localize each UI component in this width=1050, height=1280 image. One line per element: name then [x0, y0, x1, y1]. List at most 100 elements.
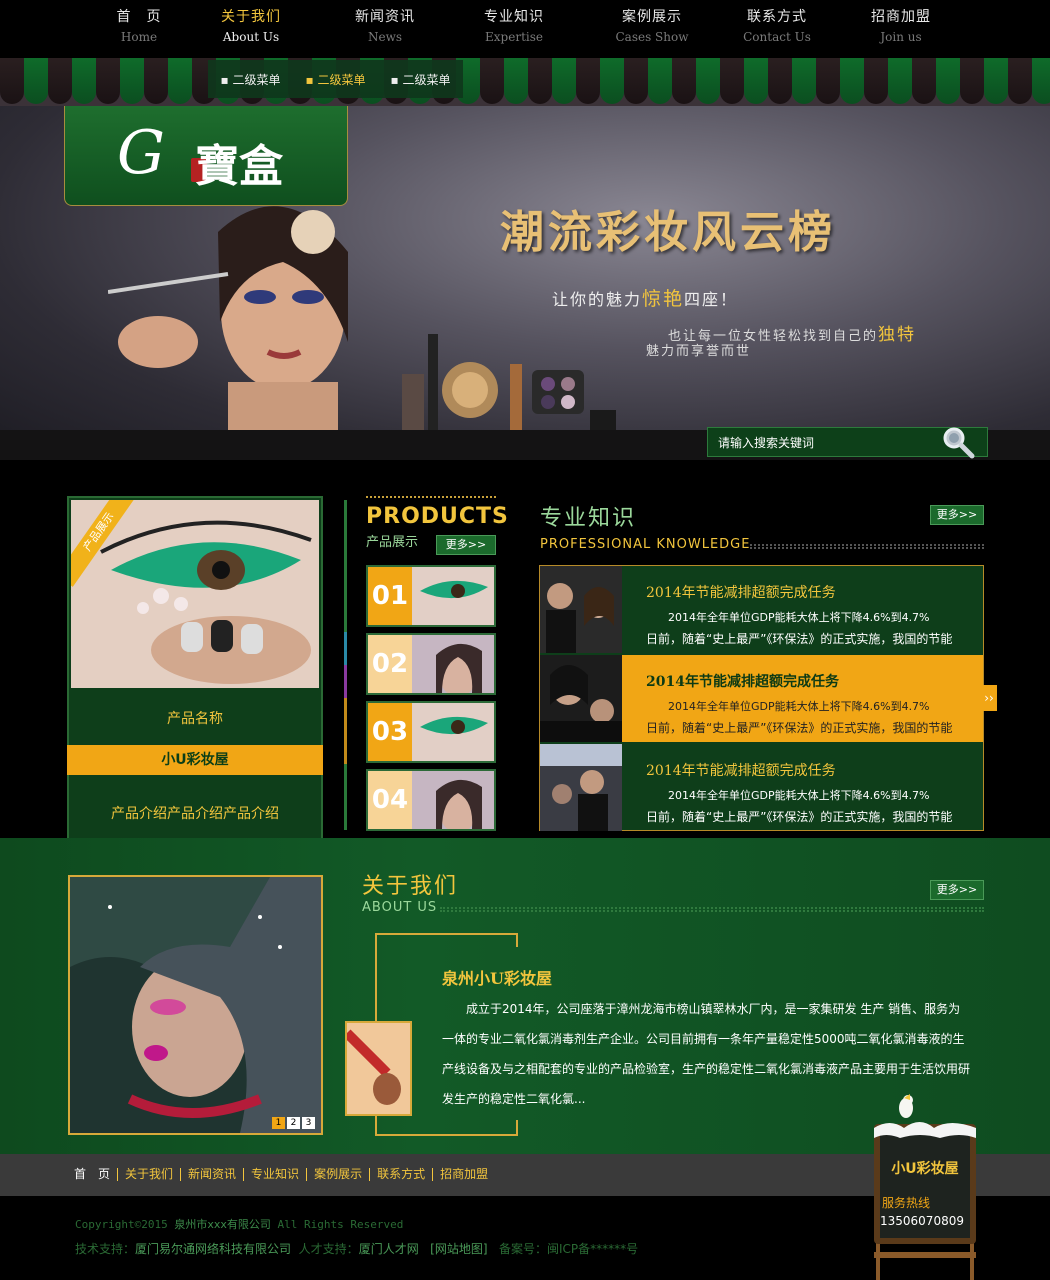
- nav-label-en: Expertise: [485, 30, 543, 44]
- thumb-divider: [344, 500, 347, 830]
- knowledge-thumb-image: [540, 744, 622, 831]
- awning-scallop: [984, 58, 1008, 104]
- about-brush-image: [345, 1021, 412, 1116]
- pager-page-2[interactable]: 2: [287, 1117, 300, 1129]
- product-thumbnails: PRODUCTS 产品展示 更多>> 01 02 03 04: [344, 496, 508, 836]
- knowledge-item-title[interactable]: 2014年节能减排超额完成任务: [646, 671, 839, 691]
- awning-scallop: [768, 58, 792, 104]
- search-input[interactable]: [718, 434, 938, 452]
- about-submenu: ▪ 二级菜单 ▪ 二级菜单 ▪ 二级菜单: [208, 60, 463, 98]
- featured-product-card[interactable]: 产品展示 产品名称 小U彩妆屋 产品介绍产品介绍产品介绍: [67, 496, 323, 853]
- knowledge-item-excerpt: 日前，随着“史上最严”《环保法》的正式实施，我国的节能: [646, 810, 953, 824]
- awning-scallop: [792, 58, 816, 104]
- support-line: 技术支持：厦门易尔通网络科技有限公司 人才支持：厦门人才网 [网站地图] 备案号…: [75, 1240, 638, 1257]
- footer-link-join[interactable]: 招商加盟: [432, 1168, 495, 1181]
- nav-label-en: Cases Show: [615, 30, 689, 44]
- nav-item-cases[interactable]: 案例展示 Cases Show: [597, 6, 707, 44]
- knowledge-item-summary: 2014年全年单位GDP能耗大体上将下降4.6%到4.7%: [668, 611, 930, 624]
- product-thumb-1[interactable]: 01: [366, 565, 496, 627]
- nav-item-news[interactable]: 新闻资讯 News: [330, 6, 440, 44]
- banner-slogan-2-em: 独特: [878, 325, 917, 345]
- knowledge-title: 专业知识: [540, 506, 637, 531]
- search-icon[interactable]: [940, 424, 976, 460]
- frame-corner: [516, 933, 518, 947]
- product-description: 产品介绍产品介绍产品介绍: [111, 806, 279, 822]
- product-thumb-3[interactable]: 03: [366, 701, 496, 763]
- knowledge-item-summary: 2014年全年单位GDP能耗大体上将下降4.6%到4.7%: [668, 789, 930, 802]
- knowledge-item-title[interactable]: 2014年节能减排超额完成任务: [646, 582, 836, 602]
- product-thumb-2[interactable]: 02: [366, 633, 496, 695]
- hotline-label: 服务热线: [882, 1196, 931, 1210]
- pager-page-1[interactable]: 1: [272, 1117, 285, 1129]
- sitemap-link[interactable]: [网站地图]: [430, 1242, 487, 1256]
- knowledge-item[interactable]: 2014年节能减排超额完成任务 2014年全年单位GDP能耗大体上将下降4.6%…: [540, 566, 983, 653]
- footer-link-about[interactable]: 关于我们: [117, 1168, 180, 1181]
- knowledge-divider: [750, 544, 984, 549]
- nav-label-en: Home: [120, 30, 158, 44]
- about-slideshow[interactable]: 1 2 3: [68, 875, 323, 1135]
- tech-support-link[interactable]: 厦门易尔通网络科技有限公司: [135, 1242, 291, 1256]
- knowledge-active-arrow-icon: ››: [981, 685, 997, 711]
- logo[interactable]: G 寶盒: [64, 106, 348, 206]
- hotline-board: 小U彩妆屋 服务热线 13506070809: [870, 1092, 980, 1280]
- awning-scallop: [600, 58, 624, 104]
- awning-scallop: [888, 58, 912, 104]
- awning-scallop: [696, 58, 720, 104]
- footer-link-news[interactable]: 新闻资讯: [180, 1168, 243, 1181]
- submenu-item-label: 二级菜单: [317, 72, 366, 87]
- nav-item-contact[interactable]: 联系方式 Contact Us: [722, 6, 832, 44]
- banner-slogan-1-post: 四座！: [684, 290, 739, 309]
- nav-item-join[interactable]: 招商加盟 Join us: [846, 6, 956, 44]
- submenu-item[interactable]: ▪ 二级菜单: [391, 71, 451, 88]
- awning-scallop: [936, 58, 960, 104]
- knowledge-item-title[interactable]: 2014年节能减排超额完成任务: [646, 760, 836, 780]
- footer-link-expertise[interactable]: 专业知识: [243, 1168, 306, 1181]
- about-more-button[interactable]: 更多>>: [930, 880, 984, 900]
- awning-scallop: [552, 58, 576, 104]
- thumb-image: [412, 635, 494, 693]
- footer-link-cases[interactable]: 案例展示: [306, 1168, 369, 1181]
- awning-decoration: [0, 58, 1050, 106]
- nav-label-cn: 新闻资讯: [355, 9, 415, 25]
- submenu-item[interactable]: ▪ 二级菜单: [221, 71, 281, 88]
- product-thumb-4[interactable]: 04: [366, 769, 496, 831]
- talent-support-link[interactable]: 厦门人才网: [359, 1242, 419, 1256]
- nav-label-cn: 专业知识: [484, 9, 544, 25]
- product-image[interactable]: 产品展示: [71, 500, 319, 688]
- submenu-item[interactable]: ▪ 二级菜单: [306, 71, 366, 88]
- knowledge-item[interactable]: 2014年节能减排超额完成任务 2014年全年单位GDP能耗大体上将下降4.6%…: [540, 655, 997, 742]
- top-nav: 首 页 Home 关于我们 About Us 新闻资讯 News 专业知识 Expert…: [0, 0, 1050, 58]
- banner-slogan-1: 让你的魅力惊艳四座！: [552, 284, 738, 311]
- footer-link-home[interactable]: 首 页: [74, 1168, 117, 1181]
- about-title: 关于我们: [362, 874, 459, 899]
- banner-title: 潮流彩妆风云榜: [500, 207, 836, 258]
- awning-scallop: [840, 58, 864, 104]
- product-brand-bar: 小U彩妆屋: [67, 745, 323, 775]
- awning-scallop: [1008, 58, 1032, 104]
- knowledge-item-excerpt: 日前，随着“史上最严”《环保法》的正式实施，我国的节能: [646, 721, 953, 735]
- knowledge-more-button[interactable]: 更多>>: [930, 505, 984, 525]
- awning-scallop: [1032, 58, 1050, 104]
- products-more-button[interactable]: 更多>>: [436, 535, 496, 555]
- hotline-number[interactable]: 13506070809: [880, 1214, 964, 1228]
- copyright-prefix: Copyright©2015: [75, 1218, 168, 1231]
- nav-item-home[interactable]: 首 页 Home: [84, 6, 194, 44]
- nav-item-about[interactable]: 关于我们 About Us: [196, 6, 306, 44]
- copyright-suffix: All Rights Reserved: [277, 1218, 404, 1231]
- knowledge-item[interactable]: 2014年节能减排超额完成任务 2014年全年单位GDP能耗大体上将下降4.6%…: [540, 744, 983, 831]
- banner-slogan-1-em: 惊艳: [642, 288, 685, 310]
- search-box: [707, 424, 988, 460]
- awning-scallop: [624, 58, 648, 104]
- nav-label-en: About Us: [222, 30, 280, 44]
- awning-scallop: [96, 58, 120, 104]
- nav-item-expertise[interactable]: 专业知识 Expertise: [459, 6, 569, 44]
- thumb-number: 01: [368, 567, 412, 625]
- chalkboard-icon: [874, 1094, 976, 1280]
- awning-scallop: [576, 58, 600, 104]
- footer-link-contact[interactable]: 联系方式: [369, 1168, 432, 1181]
- submenu-item-label: 二级菜单: [232, 72, 281, 87]
- submenu-item-label: 二级菜单: [402, 72, 451, 87]
- awning-scallop: [816, 58, 840, 104]
- product-name[interactable]: 产品名称: [69, 708, 321, 728]
- pager-page-3[interactable]: 3: [302, 1117, 315, 1129]
